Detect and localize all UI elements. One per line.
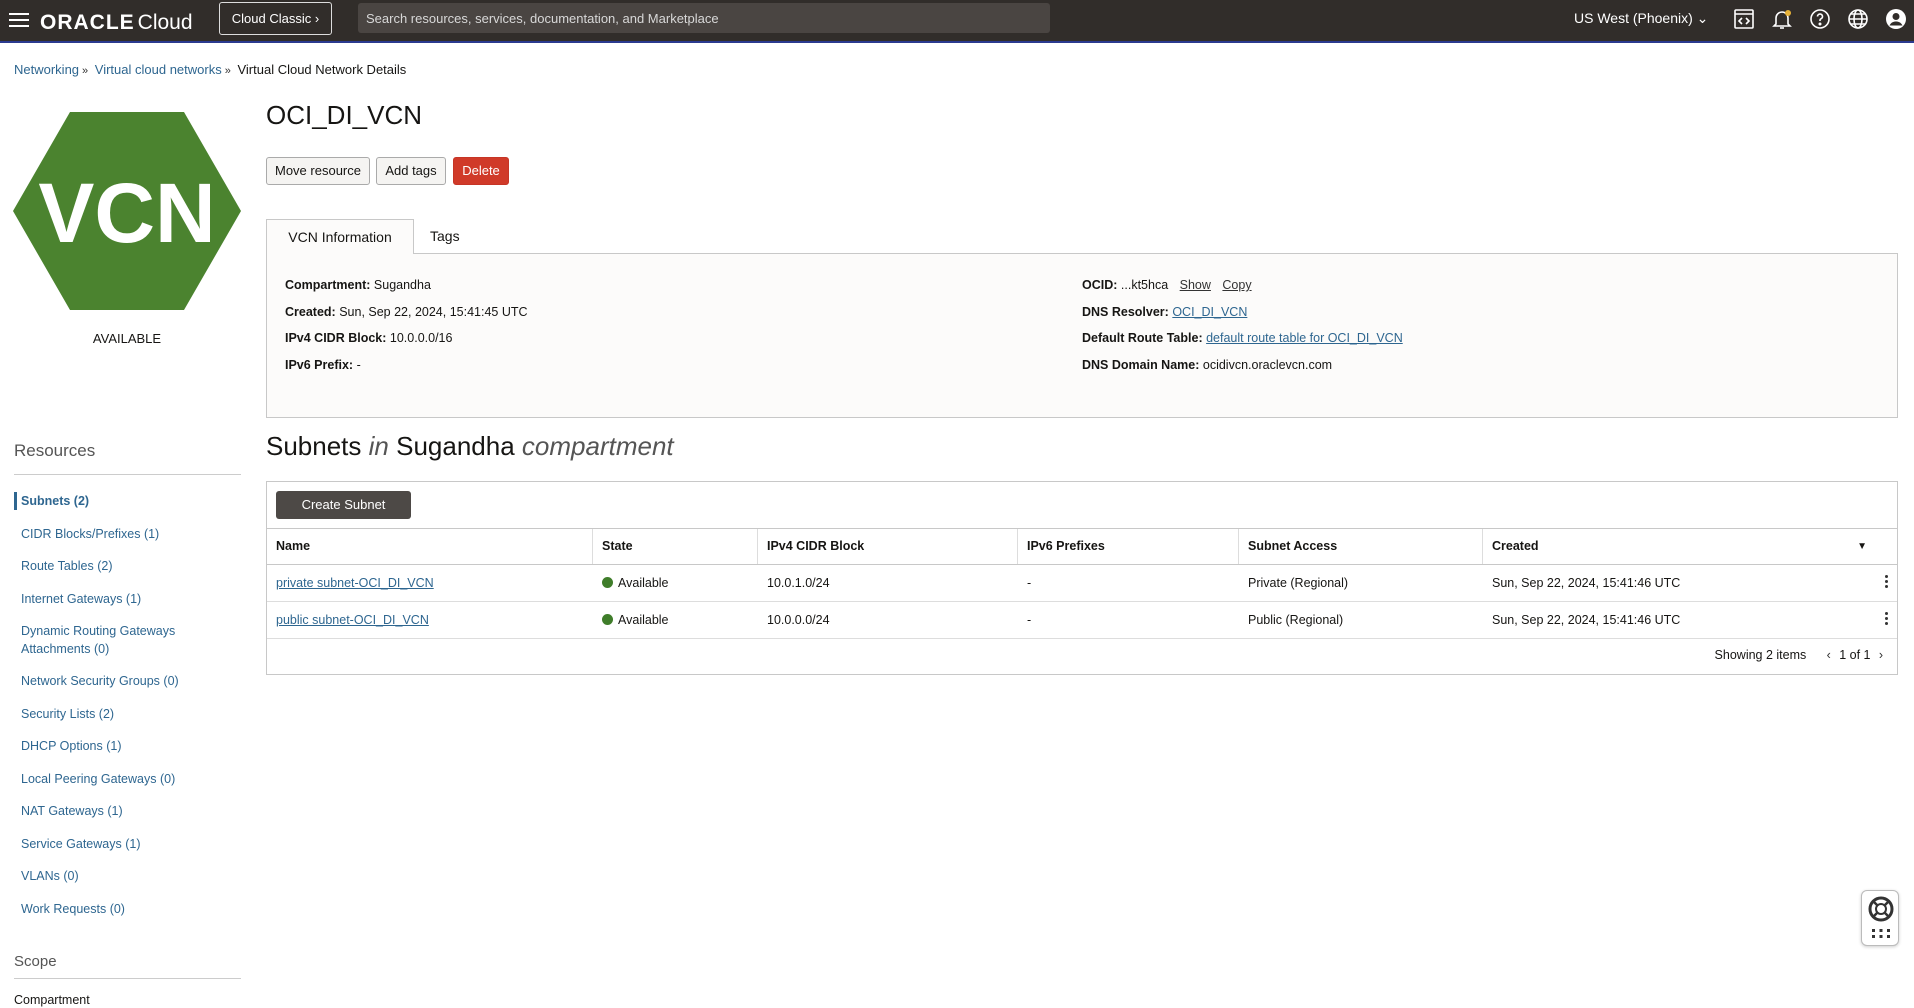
next-page-icon[interactable]: ›: [1874, 648, 1888, 662]
dns-resolver-field: DNS Resolver: OCI_DI_VCN: [1082, 305, 1248, 319]
column-subnet-access[interactable]: Subnet Access: [1239, 529, 1483, 564]
resource-nsgs[interactable]: Network Security Groups (0): [14, 672, 241, 690]
column-ipv6-prefixes[interactable]: IPv6 Prefixes: [1018, 529, 1239, 564]
table-row: private subnet-OCI_DI_VCN Available 10.0…: [267, 565, 1897, 602]
ipv4-cidr-field: IPv4 CIDR Block: 10.0.0.0/16: [285, 331, 453, 345]
showing-count: Showing 2 items: [1714, 648, 1807, 662]
subnet-state: Available: [593, 602, 669, 638]
table-footer: Showing 2 items ‹ 1 of 1 ›: [1715, 648, 1888, 662]
code-editor-icon[interactable]: [1732, 7, 1756, 31]
table-header: Name State IPv4 CIDR Block IPv6 Prefixes…: [267, 528, 1897, 565]
ipv6-prefix-field: IPv6 Prefix: -: [285, 358, 361, 372]
help-widget[interactable]: [1861, 890, 1899, 946]
subnet-access: Private (Regional): [1248, 576, 1349, 590]
resource-dhcp-options[interactable]: DHCP Options (1): [14, 737, 241, 755]
resource-cidr-blocks[interactable]: CIDR Blocks/Prefixes (1): [14, 525, 241, 543]
subnet-created: Sun, Sep 22, 2024, 15:41:46 UTC: [1492, 576, 1681, 590]
delete-button[interactable]: Delete: [453, 157, 509, 185]
resource-subnets[interactable]: Subnets (2): [14, 492, 241, 510]
table-row: public subnet-OCI_DI_VCN Available 10.0.…: [267, 602, 1897, 639]
divider: [14, 978, 241, 979]
vcn-status: AVAILABLE: [92, 331, 162, 346]
resource-security-lists[interactable]: Security Lists (2): [14, 705, 241, 723]
column-state[interactable]: State: [593, 529, 758, 564]
top-bar: ORACLECloud Cloud Classic › US West (Pho…: [0, 0, 1914, 43]
scope-title: Scope: [14, 953, 57, 970]
subnet-state: Available: [593, 565, 669, 601]
status-dot-icon: [602, 577, 613, 588]
user-icon[interactable]: [1884, 7, 1908, 31]
tab-vcn-information[interactable]: VCN Information: [266, 219, 414, 254]
column-ipv4-cidr[interactable]: IPv4 CIDR Block: [758, 529, 1018, 564]
breadcrumb: Networking» Virtual cloud networks» Virt…: [14, 62, 406, 77]
resource-nat-gateways[interactable]: NAT Gateways (1): [14, 802, 241, 820]
subnet-name-link[interactable]: private subnet-OCI_DI_VCN: [276, 576, 434, 590]
bell-icon[interactable]: [1770, 7, 1794, 31]
page-title: OCI_DI_VCN: [266, 100, 423, 130]
default-route-table-link[interactable]: default route table for OCI_DI_VCN: [1206, 331, 1403, 345]
tab-tags[interactable]: Tags: [430, 219, 490, 254]
default-route-table-field: Default Route Table: default route table…: [1082, 331, 1403, 345]
sort-caret-icon[interactable]: ▼: [1857, 529, 1867, 564]
search-input[interactable]: [358, 3, 1050, 33]
row-actions-icon[interactable]: [1883, 575, 1889, 591]
subnet-cidr: 10.0.1.0/24: [767, 576, 830, 590]
subnet-cidr: 10.0.0.0/24: [767, 613, 830, 627]
ocid-show-link[interactable]: Show: [1180, 278, 1211, 292]
resources-title: Resources: [14, 441, 96, 460]
breadcrumb-vcns[interactable]: Virtual cloud networks: [95, 62, 222, 77]
resource-drg-attachments[interactable]: Dynamic Routing Gateways Attachments (0): [14, 622, 184, 658]
move-resource-button[interactable]: Move resource: [266, 157, 370, 185]
vcn-badge-text: VCN: [38, 166, 215, 260]
subnets-heading: Subnets in Sugandha compartment: [266, 431, 674, 461]
subnet-name-link[interactable]: public subnet-OCI_DI_VCN: [276, 613, 429, 627]
create-subnet-button[interactable]: Create Subnet: [276, 491, 411, 519]
subnet-ipv6: -: [1027, 576, 1032, 590]
region-selector[interactable]: US West (Phoenix) ⌄: [1574, 10, 1708, 27]
breadcrumb-separator: »: [224, 65, 231, 77]
page-indicator: 1 of 1: [1839, 648, 1871, 662]
scope-compartment-label: Compartment: [14, 993, 90, 1007]
dns-domain-field: DNS Domain Name: ocidivcn.oraclevcn.com: [1082, 358, 1333, 372]
compartment-field: Compartment: Sugandha: [285, 278, 431, 292]
lifebuoy-icon: [1868, 896, 1894, 938]
resource-route-tables[interactable]: Route Tables (2): [14, 557, 241, 575]
status-dot-icon: [602, 614, 613, 625]
globe-icon[interactable]: [1846, 7, 1870, 31]
prev-page-icon[interactable]: ‹: [1822, 648, 1836, 662]
menu-icon[interactable]: [6, 9, 32, 31]
resource-vlans[interactable]: VLANs (0): [14, 867, 241, 885]
row-actions-icon[interactable]: [1883, 612, 1889, 628]
breadcrumb-networking[interactable]: Networking: [14, 62, 79, 77]
breadcrumb-separator: »: [82, 65, 89, 77]
resource-work-requests[interactable]: Work Requests (0): [14, 900, 241, 918]
divider: [14, 474, 241, 475]
column-name[interactable]: Name: [267, 529, 593, 564]
subnets-table: Create Subnet Name State IPv4 CIDR Block…: [266, 481, 1898, 675]
resource-internet-gateways[interactable]: Internet Gateways (1): [14, 590, 241, 608]
column-created[interactable]: Created ▼: [1483, 529, 1897, 564]
help-icon[interactable]: [1808, 7, 1832, 31]
resource-service-gateways[interactable]: Service Gateways (1): [14, 835, 241, 853]
ocid-field: OCID: ...kt5hca Show Copy: [1082, 278, 1252, 292]
dns-resolver-link[interactable]: OCI_DI_VCN: [1172, 305, 1247, 319]
subnet-ipv6: -: [1027, 613, 1032, 627]
subnet-created: Sun, Sep 22, 2024, 15:41:46 UTC: [1492, 613, 1681, 627]
vcn-information-panel: Compartment: Sugandha Created: Sun, Sep …: [266, 253, 1898, 418]
oracle-cloud-logo[interactable]: ORACLE Cloud: [40, 9, 193, 35]
cloud-classic-button[interactable]: Cloud Classic ›: [219, 2, 332, 35]
chevron-down-icon: ⌄: [1696, 10, 1709, 26]
subnet-access: Public (Regional): [1248, 613, 1344, 627]
add-tags-button[interactable]: Add tags: [376, 157, 446, 185]
vcn-badge: VCN: [13, 112, 241, 310]
resources-list: Subnets (2) CIDR Blocks/Prefixes (1) Rou…: [14, 492, 241, 932]
ocid-copy-link[interactable]: Copy: [1222, 278, 1251, 292]
created-field: Created: Sun, Sep 22, 2024, 15:41:45 UTC: [285, 305, 528, 319]
breadcrumb-current: Virtual Cloud Network Details: [237, 62, 407, 77]
resource-lpgs[interactable]: Local Peering Gateways (0): [14, 770, 241, 788]
